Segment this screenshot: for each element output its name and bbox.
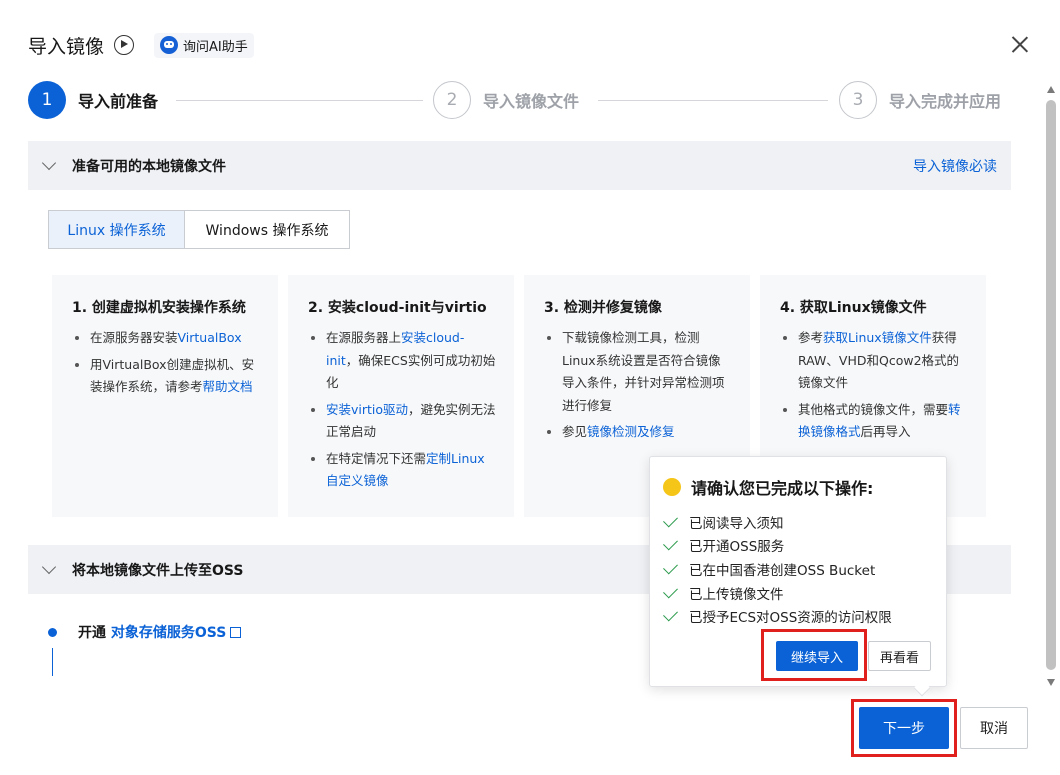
warning-icon [663, 478, 681, 496]
section-title: 将本地镜像文件上传至OSS [72, 562, 244, 579]
upload-step-label: 开通 对象存储服务OSS [78, 622, 242, 642]
card-title: 4. 获取Linux镜像文件 [780, 300, 927, 316]
popover-title: 请确认您已完成以下操作: [691, 479, 874, 498]
review-again-button[interactable]: 再看看 [868, 641, 931, 671]
scroll-up-arrow-icon[interactable] [1047, 86, 1055, 93]
step-1-number: 1 [28, 81, 66, 119]
timeline-dot [48, 627, 57, 637]
dialog-header: 导入镜像 询问AI助手 [28, 30, 254, 60]
bullet-text: 在源服务器安装 [90, 330, 178, 345]
tab-linux[interactable]: Linux 操作系统 [48, 210, 185, 249]
list-item: 其他格式的镜像文件，需要转换镜像格式后再导入 [780, 399, 968, 444]
step-indicator: 1 导入前准备 2 导入镜像文件 3 导入完成并应用 [28, 80, 1018, 120]
close-icon[interactable] [1010, 34, 1030, 54]
tab-windows[interactable]: Windows 操作系统 [185, 210, 350, 249]
step-connector [598, 100, 828, 101]
virtualbox-link[interactable]: VirtualBox [178, 330, 242, 345]
checklist-text: 已阅读导入须知 [689, 515, 784, 532]
checklist-text: 已在中国香港创建OSS Bucket [689, 562, 876, 579]
section-prepare-header[interactable]: 准备可用的本地镜像文件 导入镜像必读 [28, 141, 1011, 190]
robot-icon [160, 36, 179, 54]
step-2-label: 导入镜像文件 [483, 92, 580, 111]
card-title: 3. 检测并修复镜像 [544, 300, 662, 316]
popover-header: 请确认您已完成以下操作: [663, 475, 873, 499]
section-title: 准备可用的本地镜像文件 [72, 158, 226, 175]
list-item: 用VirtualBox创建虚拟机、安装操作系统，请参考帮助文档 [72, 354, 260, 399]
os-tabs: Linux 操作系统 Windows 操作系统 [48, 210, 350, 249]
list-item: 下载镜像检测工具，检测Linux系统设置是否符合镜像导入条件，并针对异常检测项进… [544, 327, 732, 417]
card-create-vm: 1. 创建虚拟机安装操作系统 在源服务器安装VirtualBox 用Virtua… [52, 275, 278, 517]
step-2-number: 2 [433, 81, 471, 119]
check-icon [663, 606, 678, 622]
step-3-label: 导入完成并应用 [889, 92, 1002, 111]
scroll-down-arrow-icon[interactable] [1047, 679, 1055, 686]
list-item: 在源服务器安装VirtualBox [72, 327, 260, 350]
bullet-text: 参考 [798, 330, 824, 345]
upload-step: 开通 对象存储服务OSS [48, 622, 242, 642]
check-icon [663, 583, 678, 599]
checklist-text: 已上传镜像文件 [689, 586, 784, 603]
cancel-button[interactable]: 取消 [960, 707, 1028, 749]
upload-prefix: 开通 [78, 625, 111, 641]
bullet-text: 参见 [562, 424, 588, 439]
install-virtio-link[interactable]: 安装virtio驱动 [326, 402, 408, 417]
checklist-item: 已上传镜像文件 [663, 581, 892, 605]
list-item: 参见镜像检测及修复 [544, 421, 732, 444]
checklist-item: 已授予ECS对OSS资源的访问权限 [663, 604, 892, 628]
ask-ai-label: 询问AI助手 [183, 39, 248, 55]
timeline-line [52, 648, 54, 676]
image-check-link[interactable]: 镜像检测及修复 [587, 424, 675, 439]
bullet-text: 后再导入 [860, 424, 911, 439]
list-item: 参考获取Linux镜像文件获得RAW、VHD和Qcow2格式的镜像文件 [780, 327, 968, 395]
help-doc-link[interactable]: 帮助文档 [203, 379, 253, 394]
checklist-item: 已阅读导入须知 [663, 510, 892, 534]
step-1: 1 导入前准备 [28, 80, 158, 120]
oss-service-link[interactable]: 对象存储服务OSS [111, 625, 226, 641]
checklist: 已阅读导入须知 已开通OSS服务 已在中国香港创建OSS Bucket 已上传镜… [663, 510, 892, 628]
ask-ai-assistant-button[interactable]: 询问AI助手 [154, 32, 254, 58]
check-icon [663, 535, 678, 551]
checklist-item: 已在中国香港创建OSS Bucket [663, 557, 892, 581]
dialog-title: 导入镜像 [28, 35, 105, 58]
highlight-box [761, 629, 867, 681]
checklist-text: 已开通OSS服务 [689, 539, 785, 556]
card-title: 2. 安装cloud-init与virtio [308, 300, 487, 316]
get-linux-image-link[interactable]: 获取Linux镜像文件 [823, 330, 932, 345]
step-connector [176, 100, 423, 101]
step-3-number: 3 [839, 81, 877, 119]
card-title: 1. 创建虚拟机安装操作系统 [72, 300, 246, 316]
bullet-text: ，确保ECS实例可成功初始化 [326, 352, 496, 391]
checklist-text: 已授予ECS对OSS资源的访问权限 [689, 610, 892, 627]
bullet-text: 下载镜像检测工具，检测Linux系统设置是否符合镜像导入条件，并针对异常检测项进… [562, 330, 725, 413]
chevron-down-icon[interactable] [41, 559, 57, 574]
chevron-down-icon[interactable] [41, 155, 57, 170]
external-link-icon[interactable] [230, 627, 242, 638]
check-icon [663, 559, 678, 575]
check-icon [663, 512, 678, 528]
bullet-text: 其他格式的镜像文件，需要 [798, 401, 949, 417]
checklist-item: 已开通OSS服务 [663, 534, 892, 558]
play-icon[interactable] [114, 35, 135, 55]
step-1-label: 导入前准备 [78, 92, 159, 111]
list-item: 在特定情况下还需定制Linux自定义镜像 [308, 448, 496, 493]
bullet-text: 在特定情况下还需 [326, 450, 427, 466]
highlight-box [851, 699, 957, 757]
card-install-cloudinit: 2. 安装cloud-init与virtio 在源服务器上安装cloud-ini… [288, 275, 514, 517]
step-3: 3 导入完成并应用 [839, 80, 1001, 120]
scroll-thumb[interactable] [1046, 100, 1056, 670]
step-2: 2 导入镜像文件 [433, 80, 579, 120]
scrollbar[interactable] [1044, 86, 1058, 686]
import-guide-link[interactable]: 导入镜像必读 [913, 156, 997, 176]
bullet-text: 在源服务器上 [326, 330, 402, 345]
list-item: 在源服务器上安装cloud-init，确保ECS实例可成功初始化 [308, 327, 496, 395]
list-item: 安装virtio驱动，避免实例无法正常启动 [308, 399, 496, 444]
